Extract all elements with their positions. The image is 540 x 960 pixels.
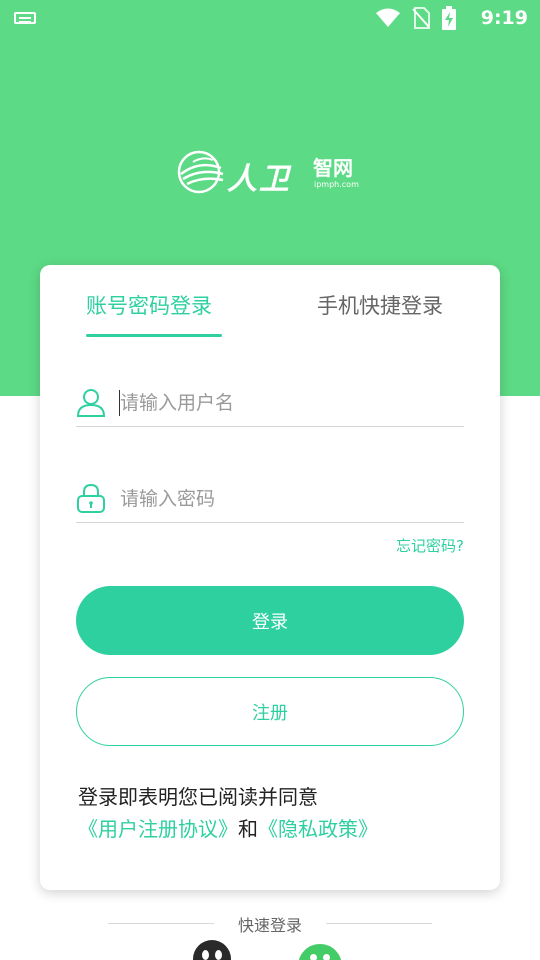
- user-icon: [76, 389, 106, 417]
- wechat-eye-left: [310, 954, 317, 960]
- qq-eye-right: [215, 950, 222, 960]
- qq-login-icon[interactable]: [193, 940, 231, 960]
- password-field[interactable]: [76, 479, 464, 523]
- agreement-text: 登录即表明您已阅读并同意《用户注册协议》和《隐私政策》: [78, 781, 468, 845]
- active-tab-indicator: [86, 334, 222, 337]
- app-logo: 人卫 智网 ipmph.com: [177, 150, 367, 197]
- login-card: 账号密码登录 手机快捷登录 忘记密码? 登录 注册 登录即表明您已阅读并同意《用…: [40, 265, 500, 890]
- user-agreement-link[interactable]: 《用户注册协议》: [78, 817, 238, 841]
- wifi-icon: [376, 8, 400, 27]
- wechat-eye-right: [323, 954, 330, 960]
- register-button[interactable]: 注册: [76, 677, 464, 746]
- status-time: 9:19: [480, 7, 528, 29]
- username-field[interactable]: [76, 383, 464, 427]
- quick-login-label: 快速登录: [237, 916, 302, 935]
- keyboard-icon: [14, 12, 36, 24]
- password-input[interactable]: [120, 481, 450, 517]
- logo-url-text: ipmph.com: [314, 180, 359, 189]
- logo-main-text: 人卫: [227, 162, 291, 197]
- tab-account-password-login[interactable]: 账号密码登录: [86, 291, 212, 321]
- agreement-prefix: 登录即表明您已阅读并同意: [78, 785, 318, 809]
- privacy-policy-link[interactable]: 《隐私政策》: [258, 817, 378, 841]
- status-bar: 9:19: [0, 0, 540, 36]
- login-button[interactable]: 登录: [76, 586, 464, 655]
- divider-line-right: [326, 923, 432, 924]
- username-input[interactable]: [120, 385, 450, 421]
- agreement-and: 和: [238, 817, 258, 841]
- forgot-password-link[interactable]: 忘记密码?: [396, 535, 464, 556]
- quick-login-divider: 快速登录: [0, 910, 540, 935]
- logo-sub-text: 智网: [313, 156, 353, 180]
- tab-phone-quick-login[interactable]: 手机快捷登录: [317, 291, 443, 321]
- logo-mark-icon: [177, 150, 224, 194]
- no-sim-icon: [412, 7, 430, 29]
- wechat-login-icon[interactable]: [298, 944, 342, 960]
- qq-eye-left: [202, 950, 209, 960]
- battery-charging-icon: [442, 6, 456, 30]
- lock-icon: [77, 483, 105, 513]
